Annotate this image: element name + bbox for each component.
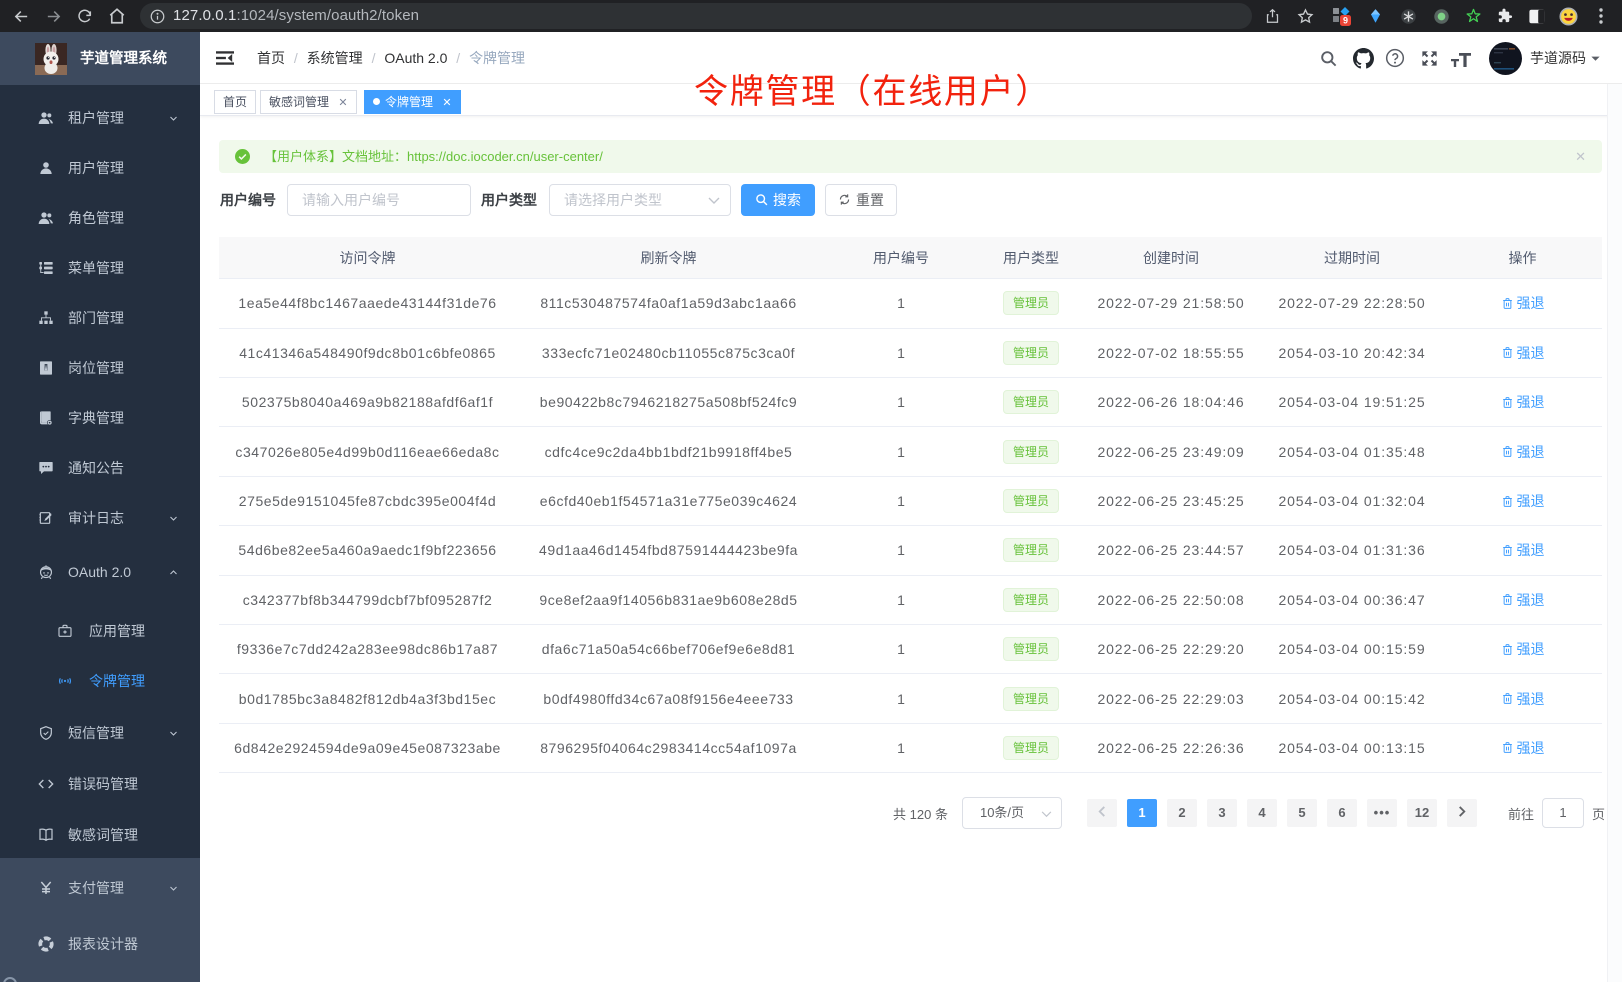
svg-text:9: 9: [1342, 15, 1347, 25]
